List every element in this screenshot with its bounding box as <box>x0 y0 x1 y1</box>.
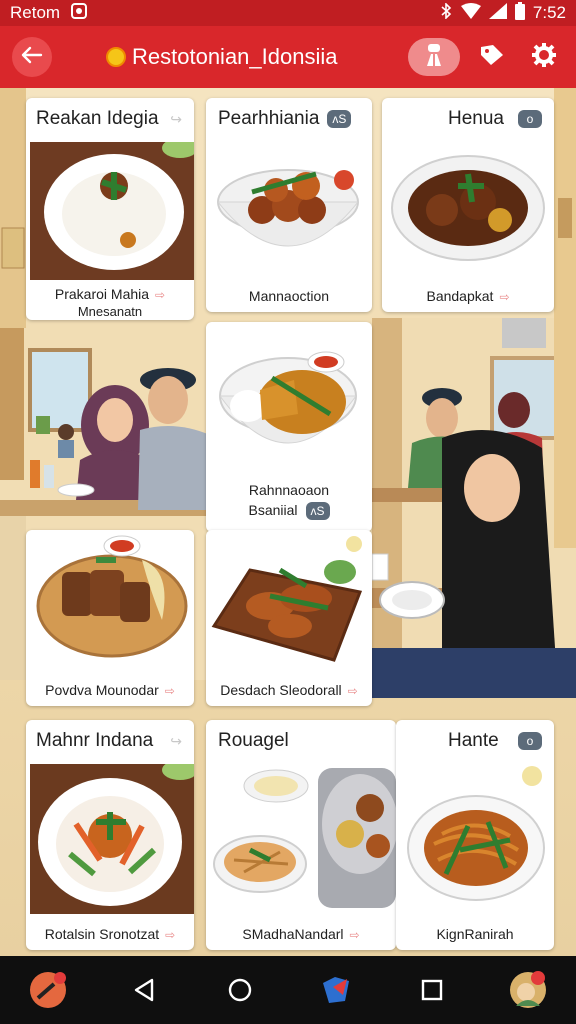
dish-card-7[interactable]: Mahnr Indana ↪ Rotalsin Sronotzat ⇨ <box>26 720 194 950</box>
dish-card-6[interactable]: Desdach Sleodorall ⇨ <box>206 530 372 706</box>
card-caption: KignRanirah <box>436 926 514 942</box>
food-image <box>30 760 194 914</box>
card-caption: Mannaoction <box>248 288 330 304</box>
assistant-avatar-icon[interactable] <box>507 969 549 1011</box>
screen: { "status_bar": { "carrier": "Retom", "t… <box>0 0 576 1024</box>
card-caption: Desdach Sleodorall <box>220 682 342 698</box>
chevron-right-icon[interactable]: ⇨ <box>499 290 509 304</box>
dish-card-4[interactable]: Rahnnaoaon Bsaniial ʌS <box>206 322 372 532</box>
right-edge-decor <box>554 88 576 548</box>
card-title: Henua <box>448 108 504 129</box>
dish-card-9[interactable]: Hante o KignRanirah <box>396 720 554 950</box>
maps-app-icon[interactable] <box>315 969 357 1011</box>
status-bar: Retom 7:52 <box>0 0 576 26</box>
tag-button[interactable] <box>472 37 512 77</box>
dish-card-3[interactable]: Henua o Bandapkat ⇨ <box>382 98 554 312</box>
navigation-bar <box>0 956 576 1024</box>
chef-button[interactable] <box>408 38 460 76</box>
badge: o <box>518 110 542 128</box>
app-bar-actions <box>408 37 564 77</box>
badge: ʌS <box>305 502 330 520</box>
food-image <box>210 764 396 914</box>
carrier-label: Retom <box>10 3 61 22</box>
left-edge-decor <box>0 88 26 328</box>
food-image <box>210 536 368 668</box>
card-title: Pearhhiania <box>218 108 320 129</box>
card-subcaption: Bsaniial <box>248 502 298 518</box>
card-caption: Rotalsin Sronotzat <box>44 926 160 942</box>
dish-card-5[interactable]: Povdva Mounodar ⇨ <box>26 530 194 706</box>
back-button[interactable] <box>12 37 52 77</box>
app-bar: Restotonian_Idonsiia <box>0 26 576 88</box>
settings-button[interactable] <box>524 37 564 77</box>
clock: 7:52 <box>532 3 566 22</box>
food-image <box>388 150 548 278</box>
signal-icon <box>488 2 507 24</box>
badge: o <box>518 732 542 750</box>
back-triangle-icon[interactable] <box>123 969 165 1011</box>
recents-square-icon[interactable] <box>411 969 453 1011</box>
card-caption: Bandapkat <box>426 288 494 304</box>
badge: ʌS <box>327 110 352 128</box>
chevron-right-icon[interactable]: ⇨ <box>155 288 165 302</box>
card-title: Reakan Idegia <box>36 108 159 129</box>
home-circle-icon[interactable] <box>219 969 261 1011</box>
card-caption: Prakaroi Mahia <box>54 286 150 302</box>
card-caption: Povdva Mounodar <box>45 682 159 698</box>
dish-card-1[interactable]: Reakan Idegia ↪ Prakaroi Mahia ⇨ Mnesanat… <box>26 98 194 320</box>
app-title-group: Restotonian_Idonsiia <box>106 44 337 70</box>
app-logo-icon <box>106 47 126 67</box>
chevron-right-icon[interactable]: ⇨ <box>165 684 175 698</box>
chevron-right-icon[interactable]: ⇨ <box>350 928 360 942</box>
food-image <box>32 530 192 660</box>
card-title: Mahnr Indana <box>36 730 154 751</box>
dish-card-8[interactable]: Rouagel SMadhaNandarl ⇨ <box>206 720 396 950</box>
card-subcaption: Mnesanatn <box>77 304 143 319</box>
tag-icon <box>479 43 505 72</box>
food-image <box>212 150 366 278</box>
card-title: Hante <box>448 730 499 751</box>
app-title: Restotonian_Idonsiia <box>132 44 338 69</box>
card-title: Rouagel <box>218 730 289 751</box>
card-caption: Rahnnaoaon <box>248 482 330 498</box>
restaurant-scene-right <box>372 318 576 698</box>
back-arrow-icon <box>21 46 43 69</box>
share-icon[interactable]: ↪ <box>170 733 182 750</box>
share-icon[interactable]: ↪ <box>170 111 182 128</box>
app-avatar-icon[interactable] <box>27 969 69 1011</box>
food-image <box>30 138 194 280</box>
chevron-right-icon[interactable]: ⇨ <box>348 684 358 698</box>
wifi-icon <box>460 2 481 24</box>
battery-icon <box>514 1 525 25</box>
notification-icon <box>70 2 88 25</box>
dish-card-2[interactable]: Pearhhiania ʌS Mannaoction <box>206 98 372 312</box>
card-caption: SMadhaNandarl <box>242 926 344 942</box>
chevron-right-icon[interactable]: ⇨ <box>165 928 175 942</box>
bluetooth-icon <box>439 1 453 24</box>
chef-icon <box>423 42 445 73</box>
settings-gear-icon <box>531 42 557 73</box>
food-image <box>212 340 366 470</box>
food-image <box>400 764 550 914</box>
